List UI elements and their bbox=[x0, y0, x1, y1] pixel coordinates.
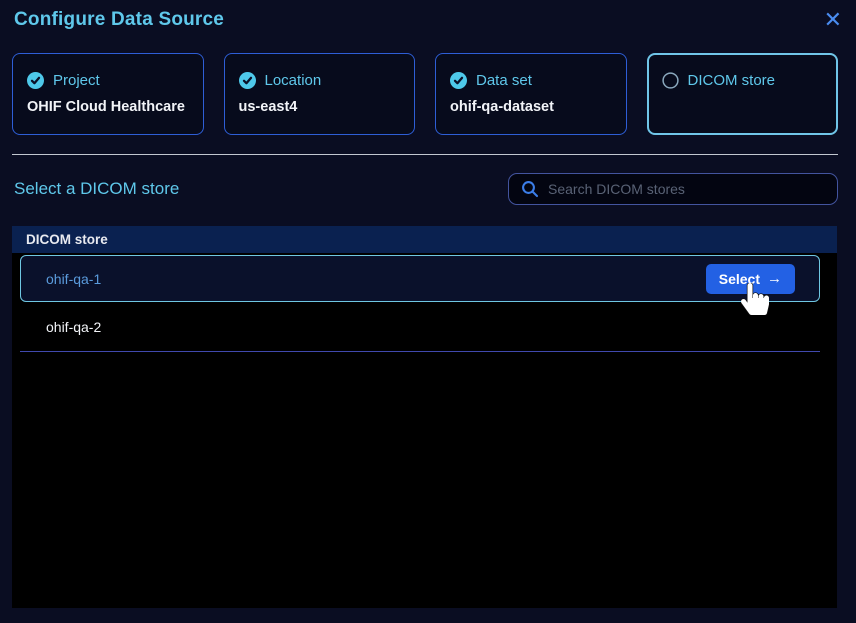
dialog-header: Configure Data Source ✕ bbox=[0, 0, 856, 33]
table-header-label: DICOM store bbox=[26, 232, 108, 247]
step-card-project[interactable]: Project OHIF Cloud Healthcare bbox=[12, 53, 204, 135]
step-cards: Project OHIF Cloud Healthcare Location u… bbox=[12, 53, 838, 135]
table-header: DICOM store bbox=[12, 226, 837, 253]
table-row-ohif-qa-2[interactable]: ohif-qa-2 bbox=[20, 302, 820, 352]
step-label: Data set bbox=[476, 72, 532, 89]
check-circle-icon bbox=[239, 72, 256, 89]
step-label: Location bbox=[265, 72, 322, 89]
step-value: ohif-qa-dataset bbox=[450, 99, 612, 115]
arrow-right-icon: → bbox=[767, 270, 782, 287]
step-value: us-east4 bbox=[239, 99, 401, 115]
step-value: OHIF Cloud Healthcare bbox=[27, 99, 189, 115]
divider bbox=[12, 154, 838, 155]
search-input[interactable] bbox=[548, 181, 827, 197]
search-box bbox=[508, 173, 838, 205]
dialog-title: Configure Data Source bbox=[14, 9, 224, 31]
step-label: DICOM store bbox=[688, 72, 776, 89]
store-name: ohif-qa-2 bbox=[46, 319, 101, 335]
step-label: Project bbox=[53, 72, 100, 89]
radio-unchecked-icon bbox=[662, 72, 679, 89]
step-card-dataset[interactable]: Data set ohif-qa-dataset bbox=[435, 53, 627, 135]
search-icon bbox=[521, 180, 539, 198]
configure-data-source-dialog: { "dialog": { "title": "Configure Data S… bbox=[0, 0, 856, 623]
select-button[interactable]: Select → bbox=[706, 264, 795, 294]
dicom-store-table: DICOM store ohif-qa-1 Select → ohif-qa-2 bbox=[12, 226, 837, 608]
table-row-ohif-qa-1[interactable]: ohif-qa-1 Select → bbox=[20, 255, 820, 302]
step-card-dicom-store[interactable]: DICOM store bbox=[647, 53, 839, 135]
step-card-location[interactable]: Location us-east4 bbox=[224, 53, 416, 135]
check-circle-icon bbox=[27, 72, 44, 89]
section-heading: Select a DICOM store bbox=[14, 179, 179, 199]
store-name-link[interactable]: ohif-qa-1 bbox=[46, 271, 101, 287]
section-bar: Select a DICOM store bbox=[14, 173, 838, 205]
table-body: ohif-qa-1 Select → ohif-qa-2 bbox=[12, 253, 837, 608]
close-icon[interactable]: ✕ bbox=[822, 9, 844, 31]
select-button-label: Select bbox=[719, 271, 760, 287]
check-circle-icon bbox=[450, 72, 467, 89]
